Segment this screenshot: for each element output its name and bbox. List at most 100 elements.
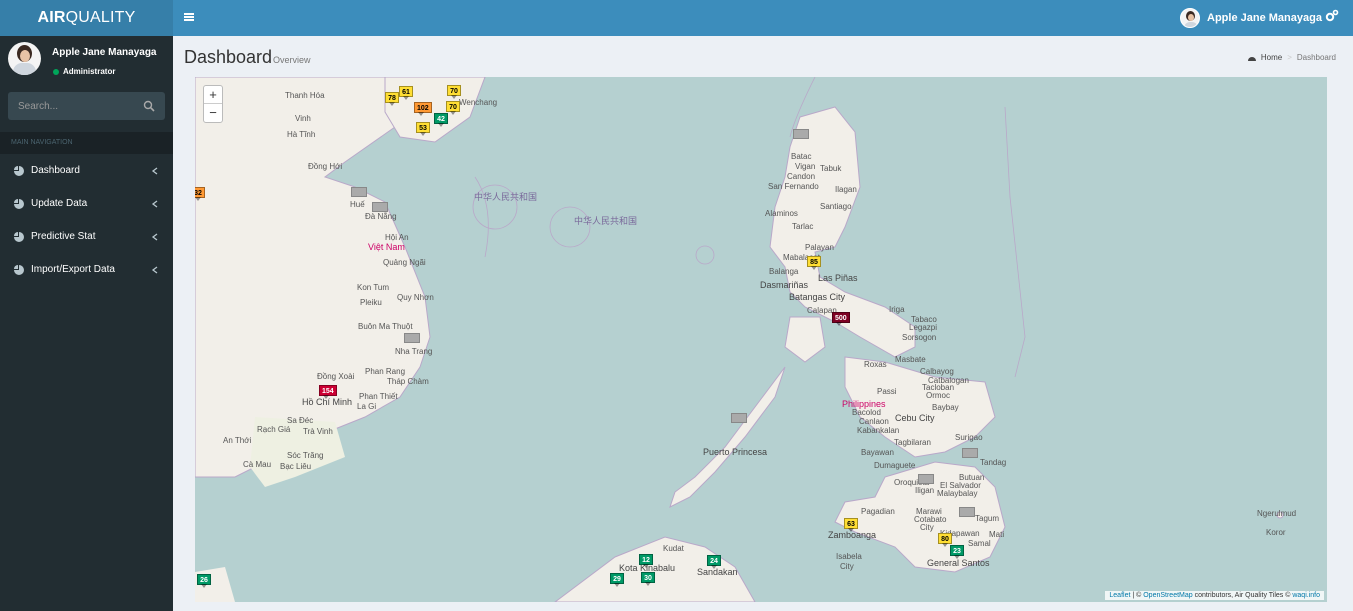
aqi-marker-no-data[interactable] <box>793 129 809 139</box>
sidebar-item-label: Import/Export Data <box>31 264 115 275</box>
air-quality-map[interactable]: Thanh Hóa Vinh Hà Tĩnh Đồng Hới Huế Đà N… <box>195 77 1327 602</box>
aqi-marker[interactable]: 24 <box>707 555 721 569</box>
aqi-marker[interactable]: 70 <box>447 85 461 99</box>
map-label: Nha Trang <box>395 347 433 356</box>
sidebar-user-name: Apple Jane Manayaga <box>52 47 157 58</box>
aqi-marker[interactable]: 500 <box>832 312 850 326</box>
aqi-marker[interactable]: 30 <box>641 572 655 586</box>
aqi-marker[interactable]: 80 <box>938 533 952 547</box>
aqi-marker[interactable]: 29 <box>610 573 624 587</box>
map-label: Rạch Giá <box>257 425 291 434</box>
page-title: Dashboard <box>184 47 273 67</box>
map-label: Las Piñas <box>818 273 858 283</box>
map-label: Pagadian <box>861 507 895 516</box>
sidebar-item-update-data[interactable]: Update Data <box>0 187 173 220</box>
map-label: Dasmariñas <box>760 280 809 290</box>
search-input[interactable] <box>8 92 133 120</box>
sidebar-item-label: Predictive Stat <box>31 231 96 242</box>
map-label: Sandakan <box>697 567 738 577</box>
aqi-marker-no-data[interactable] <box>959 507 975 517</box>
map-label: Baybay <box>932 403 959 412</box>
map-label: An Thới <box>223 436 252 445</box>
aqi-marker[interactable]: 61 <box>399 86 413 100</box>
breadcrumb-current: Dashboard <box>1296 53 1336 62</box>
map-label: Batac <box>791 152 812 161</box>
user-menu[interactable]: Apple Jane Manayaga <box>1180 6 1322 30</box>
zoom-out-button[interactable]: − <box>204 104 222 122</box>
aqi-marker-no-data[interactable] <box>404 333 420 343</box>
breadcrumb: Home > Dashboard <box>1247 53 1336 62</box>
chevron-left-icon <box>151 199 158 208</box>
search-icon[interactable] <box>143 100 155 112</box>
map-label: Passi <box>877 387 897 396</box>
aqi-marker[interactable]: 78 <box>385 92 399 106</box>
map-label: Wenchang <box>459 98 498 107</box>
map-label: Calbayog <box>920 367 954 376</box>
top-navbar: AIRQUALITY Apple Jane Manayaga <box>0 0 1353 36</box>
sidebar-item-dashboard[interactable]: Dashboard <box>0 154 173 187</box>
map-label: Iriga <box>889 305 905 314</box>
aqi-marker-no-data[interactable] <box>962 448 978 458</box>
zoom-control: + − <box>203 85 223 123</box>
nav-header: MAIN NAVIGATION <box>0 132 173 154</box>
sidebar-toggle-button[interactable] <box>180 8 198 26</box>
sidebar-item-import-export[interactable]: Import/Export Data <box>0 253 173 286</box>
map-label: Sorsogon <box>902 333 937 342</box>
aqi-marker[interactable]: 53 <box>416 122 430 136</box>
map-label: Ilagan <box>835 185 857 194</box>
sidebar-item-label: Dashboard <box>31 165 80 176</box>
map-label: Quy Nhơn <box>397 293 434 302</box>
map-label: Buôn Ma Thuột <box>358 322 413 331</box>
aqi-marker[interactable]: 26 <box>197 574 211 588</box>
map-label: Palayan <box>805 243 834 252</box>
map-label: San Fernando <box>768 182 819 191</box>
aqi-marker[interactable]: 23 <box>950 545 964 559</box>
map-label: Bạc Liêu <box>280 462 312 471</box>
map-label: Candon <box>787 172 816 181</box>
aqi-marker[interactable]: 70 <box>446 101 460 115</box>
aqi-marker-no-data[interactable] <box>918 474 934 484</box>
map-label: Tarlac <box>792 222 814 231</box>
map-attribution: Leaflet | © OpenStreetMap contributors, … <box>1105 591 1324 600</box>
aqi-marker[interactable]: 32 <box>195 187 205 201</box>
map-label: Santiago <box>820 202 852 211</box>
map-label: Roxas <box>864 360 887 369</box>
aqi-marker-no-data[interactable] <box>731 413 747 423</box>
zoom-in-button[interactable]: + <box>204 86 222 104</box>
aqi-marker[interactable]: 154 <box>319 385 337 399</box>
osm-link[interactable]: OpenStreetMap <box>1143 592 1192 599</box>
aqi-marker[interactable]: 63 <box>844 518 858 532</box>
aqi-marker-no-data[interactable] <box>351 187 367 197</box>
aqi-marker[interactable]: 102 <box>414 102 432 116</box>
sidebar-item-label: Update Data <box>31 198 88 209</box>
sidebar-item-predictive-stat[interactable]: Predictive Stat <box>0 220 173 253</box>
waqi-link[interactable]: waqi.info <box>1292 592 1320 599</box>
aqi-marker[interactable]: 12 <box>639 554 653 568</box>
pie-chart-icon <box>14 165 24 176</box>
map-label: Kabankalan <box>857 426 900 435</box>
chevron-left-icon <box>151 265 158 274</box>
map-label: Vigan <box>795 162 816 171</box>
map-label: Alaminos <box>765 209 798 218</box>
sidebar: Apple Jane Manayaga Administrator MAIN N… <box>0 36 173 611</box>
user-status: Administrator <box>53 67 115 76</box>
user-panel: Apple Jane Manayaga Administrator <box>0 36 173 86</box>
map-label: Sóc Trăng <box>287 451 324 460</box>
gears-icon[interactable] <box>1325 9 1339 23</box>
app-logo[interactable]: AIRQUALITY <box>0 0 173 36</box>
leaflet-link[interactable]: Leaflet <box>1109 592 1130 599</box>
aqi-marker[interactable]: 42 <box>434 113 448 127</box>
map-label: Pleiku <box>360 298 382 307</box>
map-label: City <box>840 562 854 571</box>
map-label: Batangas City <box>789 292 846 302</box>
breadcrumb-separator: > <box>1287 53 1292 62</box>
map-label: Dumaguete <box>874 461 916 470</box>
avatar <box>1180 8 1200 28</box>
map-label: Quảng Ngãi <box>383 258 426 267</box>
chevron-left-icon <box>151 166 158 175</box>
map-label: Cà Mau <box>243 460 272 469</box>
aqi-marker[interactable]: 85 <box>807 256 821 270</box>
breadcrumb-home-link[interactable]: Home <box>1261 53 1282 62</box>
aqi-marker-no-data[interactable] <box>372 202 388 212</box>
map-label: Iligan <box>915 486 935 495</box>
